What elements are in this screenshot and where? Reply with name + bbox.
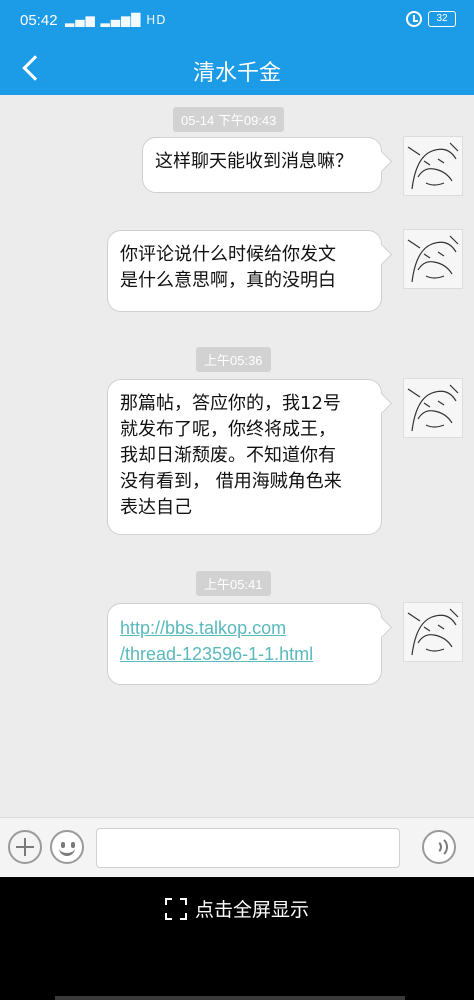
fullscreen-button[interactable]: 点击全屏显示 — [0, 895, 474, 922]
message-bubble[interactable]: 你评论说什么时候给你发文 是什么意思啊，真的没明白 — [107, 230, 382, 312]
avatar[interactable] — [403, 378, 463, 438]
message-list[interactable]: 05-14 下午09:43 这样聊天能收到消息嘛？ 你评论说什么时候给你发文 是… — [0, 95, 474, 817]
avatar-sketch-icon — [407, 608, 459, 656]
message-text: 就发布了呢，你终将成王， — [120, 419, 336, 440]
alarm-icon — [406, 11, 422, 27]
message-text: 是什么意思啊，真的没明白 — [120, 270, 336, 291]
home-indicator — [55, 996, 405, 1000]
message-bubble[interactable]: 那篇帖，答应你的，我12号 就发布了呢，你终将成王， 我却日渐颓废。不知道你有 … — [107, 379, 382, 535]
network-type: HD — [146, 13, 167, 27]
avatar-sketch-icon — [407, 142, 459, 190]
avatar[interactable] — [403, 229, 463, 289]
avatar[interactable] — [403, 136, 463, 196]
chat-title: 清水千金 — [192, 61, 281, 86]
message-text: 你评论说什么时候给你发文 — [120, 244, 336, 265]
status-bar: 05:42 ▂▄▆ ▂▄▆█ HD 32 — [0, 0, 474, 40]
timestamp: 05-14 下午09:43 — [173, 107, 285, 132]
signal-icon: ▂▄▆ ▂▄▆█ HD — [65, 13, 167, 27]
voice-icon-wave — [426, 836, 448, 858]
avatar[interactable] — [403, 602, 463, 662]
message-bubble[interactable]: http://bbs.talkop.com /thread-123596-1-1… — [107, 603, 382, 685]
battery-level: 32 — [436, 13, 448, 24]
fullscreen-bar: 点击全屏显示 — [0, 877, 474, 1000]
header: 清水千金 — [0, 40, 474, 95]
expand-icon — [164, 897, 187, 920]
message-text: 我却日渐颓废。不知道你有 — [120, 445, 336, 466]
input-bar — [0, 817, 474, 877]
emoji-button[interactable] — [50, 830, 84, 864]
message-bubble[interactable]: 这样聊天能收到消息嘛？ — [142, 137, 382, 193]
message-input[interactable] — [96, 828, 400, 868]
message-text: 这样聊天能收到消息嘛？ — [155, 151, 353, 172]
message-link[interactable]: http://bbs.talkop.com — [120, 615, 369, 641]
avatar-sketch-icon — [407, 235, 459, 283]
plus-icon[interactable] — [8, 830, 42, 864]
fullscreen-label: 点击全屏显示 — [194, 899, 309, 921]
battery-icon: 32 — [428, 11, 456, 27]
timestamp: 上午05:36 — [196, 347, 271, 372]
message-link[interactable]: /thread-123596-1-1.html — [120, 641, 369, 667]
emoji-icon-mouth — [59, 847, 75, 856]
message-text: 没有看到， 借用海贼角色来 — [120, 471, 342, 492]
avatar-sketch-icon — [407, 384, 459, 432]
message-text: 那篇帖，答应你的，我12号 — [120, 393, 341, 414]
voice-button[interactable] — [422, 830, 456, 864]
timestamp: 上午05:41 — [196, 571, 271, 596]
status-time: 05:42 — [20, 12, 58, 29]
message-text: 表达自己 — [120, 497, 192, 518]
